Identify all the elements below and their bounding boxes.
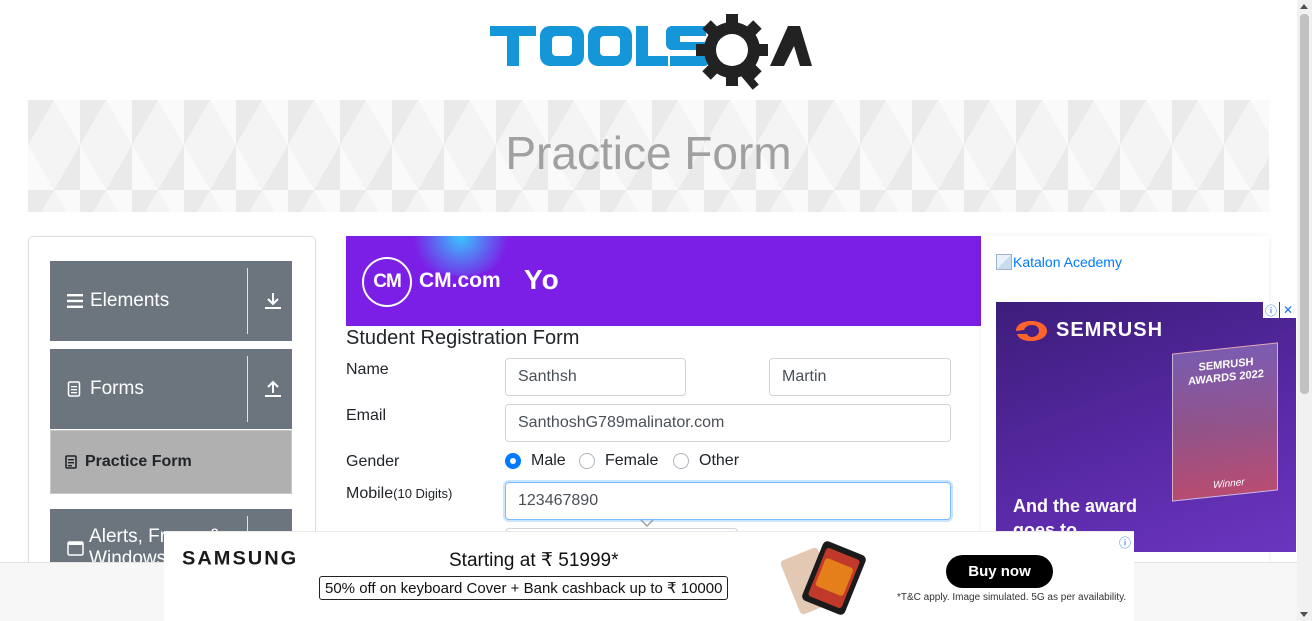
samsung-logo: SAMSUNG: [182, 548, 299, 570]
email-input[interactable]: [505, 404, 951, 442]
award-trophy: SEMRUSH AWARDS 2022 Winner: [1172, 342, 1278, 502]
last-name-input[interactable]: [769, 358, 951, 396]
first-name-input[interactable]: [505, 358, 686, 396]
divider: [247, 268, 248, 334]
window-icon: [67, 540, 84, 556]
winner-text: Winner: [1213, 476, 1245, 492]
phones-image: [780, 541, 866, 615]
page-banner: Practice Form: [28, 100, 1269, 212]
samsung-price: Starting at ₹ 51999*: [449, 550, 619, 571]
vertical-scrollbar[interactable]: [1297, 0, 1312, 621]
info-icon[interactable]: ⓘ: [1263, 302, 1279, 318]
close-icon[interactable]: ✕: [1280, 302, 1296, 318]
mobile-input[interactable]: [505, 482, 951, 520]
sidebar-group-label: Elements: [90, 290, 170, 311]
cm-brand: CM.com: [419, 269, 501, 292]
scrollbar-thumb[interactable]: [1300, 14, 1309, 394]
page-title: Practice Form: [505, 127, 792, 179]
menu-icon: [67, 294, 85, 308]
sidebar-item-practice-form[interactable]: Practice Form: [50, 430, 292, 494]
award-text: SEMRUSH AWARDS 2022: [1188, 356, 1264, 388]
chevron-down-icon: [639, 515, 655, 528]
radio-button[interactable]: [579, 453, 595, 469]
scroll-down-arrow-icon[interactable]: [1300, 612, 1308, 617]
radio-label: Female: [605, 452, 659, 469]
gender-male-radio[interactable]: Male: [505, 452, 566, 470]
cm-logo: CM: [362, 257, 412, 307]
form-icon: [65, 455, 79, 469]
sidebar-group-elements[interactable]: Elements: [50, 261, 292, 341]
radio-label: Male: [531, 452, 566, 469]
samsung-disclaimer: *T&C apply. Image simulated. 5G as per a…: [897, 592, 1127, 603]
info-icon[interactable]: ⓘ: [1119, 534, 1131, 551]
toolsqa-logo[interactable]: [488, 14, 812, 92]
semrush-brand: SEMRUSH: [1014, 319, 1163, 342]
name-label: Name: [346, 361, 389, 378]
katalon-alt-text: Katalon Acedemy: [1013, 254, 1122, 270]
radio-button[interactable]: [505, 453, 521, 469]
radio-label: Other: [699, 452, 740, 469]
download-arrow-icon[interactable]: [264, 291, 282, 311]
semrush-flame-icon: [1016, 320, 1047, 341]
page: Practice Form Elements Forms Practice Fo…: [0, 0, 1312, 621]
upload-arrow-icon[interactable]: [264, 379, 282, 399]
email-label: Email: [346, 407, 387, 424]
semrush-ad[interactable]: SEMRUSH SEMRUSH AWARDS 2022 Winner And t…: [996, 302, 1296, 552]
mobile-hint: (10 Digits): [393, 486, 453, 501]
gender-label: Gender: [346, 453, 400, 470]
semrush-name: SEMRUSH: [1056, 319, 1164, 341]
form-title: Student Registration Form: [346, 327, 580, 349]
buy-now-button[interactable]: Buy now: [946, 555, 1053, 588]
radio-button[interactable]: [673, 453, 689, 469]
scroll-up-arrow-icon[interactable]: [1300, 4, 1308, 9]
broken-image-icon: [996, 254, 1012, 270]
samsung-ad[interactable]: SAMSUNG Starting at ₹ 51999* 50% off on …: [164, 531, 1134, 621]
gender-female-radio[interactable]: Female: [579, 452, 658, 470]
cm-ad-banner[interactable]: CM CM.com Yo: [346, 236, 981, 326]
katalon-ad-link[interactable]: Katalon Acedemy: [996, 254, 1122, 270]
sidebar-item-label: Practice Form: [85, 453, 192, 470]
sidebar-group-forms[interactable]: Forms: [50, 349, 292, 429]
document-icon: [67, 381, 85, 397]
mobile-label-text: Mobile: [346, 485, 394, 502]
mobile-label: Mobile(10 Digits): [346, 485, 452, 503]
cm-tagline: Yo: [524, 264, 560, 295]
samsung-offer: 50% off on keyboard Cover + Bank cashbac…: [319, 576, 729, 600]
divider: [247, 356, 248, 422]
sidebar-group-label: Forms: [90, 378, 144, 399]
gender-other-radio[interactable]: Other: [673, 452, 739, 470]
